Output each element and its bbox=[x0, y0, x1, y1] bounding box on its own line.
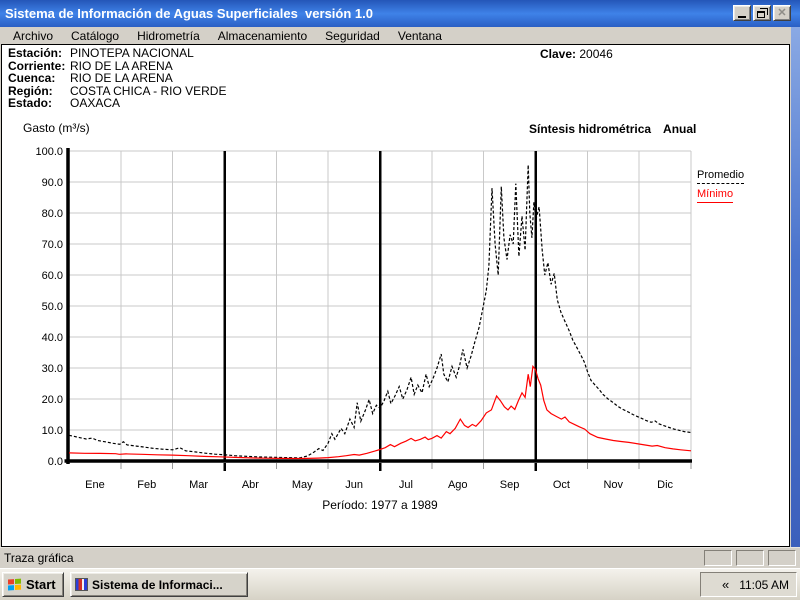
menu-item-ventana[interactable]: Ventana bbox=[389, 29, 451, 43]
chart-header-mode: Anual bbox=[663, 122, 696, 136]
chart-header: Síntesis hidrométrica Anual bbox=[529, 122, 696, 136]
menu-item-catalogo[interactable]: Catálogo bbox=[62, 29, 128, 43]
chart-header-title: Síntesis hidrométrica bbox=[529, 122, 651, 136]
status-panels bbox=[704, 550, 796, 566]
app-icon bbox=[75, 578, 88, 591]
svg-text:Ago: Ago bbox=[448, 479, 468, 491]
svg-text:20.0: 20.0 bbox=[42, 394, 63, 406]
svg-text:Dic: Dic bbox=[657, 479, 673, 491]
traza-grafica-window: Estación:PINOTEPA NACIONALCorriente:RIO … bbox=[1, 44, 790, 547]
window-title: Sistema de Información de Aguas Superfic… bbox=[0, 6, 373, 21]
svg-text:90.0: 90.0 bbox=[42, 177, 63, 189]
system-tray: « 11:05 AM bbox=[700, 572, 797, 597]
restore-icon bbox=[757, 11, 765, 18]
menu-item-almacenamiento[interactable]: Almacenamiento bbox=[209, 29, 316, 43]
start-button-label: Start bbox=[26, 577, 56, 592]
menu-item-archivo[interactable]: Archivo bbox=[4, 29, 62, 43]
svg-text:Abr: Abr bbox=[242, 479, 259, 491]
svg-text:50.0: 50.0 bbox=[42, 301, 63, 313]
svg-text:0.0: 0.0 bbox=[48, 456, 63, 468]
station-clave: Clave: 20046 bbox=[540, 47, 613, 61]
svg-text:Ene: Ene bbox=[85, 479, 105, 491]
svg-text:Oct: Oct bbox=[553, 479, 570, 491]
restore-button[interactable] bbox=[753, 5, 771, 21]
tray-clock[interactable]: 11:05 AM bbox=[739, 578, 789, 592]
status-panel bbox=[736, 550, 764, 566]
window-titlebar[interactable]: Sistema de Información de Aguas Superfic… bbox=[0, 0, 800, 27]
svg-text:100.0: 100.0 bbox=[35, 146, 63, 158]
legend-entry-minimo: Mínimo bbox=[697, 188, 744, 200]
task-button-label: Sistema de Informaci... bbox=[92, 578, 223, 592]
chart-area: 0.0 10.0 20.0 30.0 40.0 50.0 60.0 70.0 80.0 90.0 1… bbox=[1, 141, 761, 536]
svg-text:80.0: 80.0 bbox=[42, 208, 63, 220]
desktop: Sistema de Información de Aguas Superfic… bbox=[0, 0, 800, 600]
tray-collapse-icon[interactable]: « bbox=[722, 578, 729, 591]
status-text: Traza gráfica bbox=[4, 551, 74, 565]
station-field-value: OAXACA bbox=[70, 96, 120, 110]
svg-text:May: May bbox=[292, 479, 313, 491]
svg-text:Nov: Nov bbox=[603, 479, 623, 491]
station-field-label: Cuenca: bbox=[8, 72, 70, 85]
chart-y-axis-title: Gasto (m³/s) bbox=[23, 121, 90, 135]
taskbar: Start Sistema de Informaci... « 11:05 AM bbox=[0, 568, 800, 600]
svg-text:40.0: 40.0 bbox=[42, 332, 63, 344]
minimize-button[interactable] bbox=[733, 5, 751, 21]
svg-text:Feb: Feb bbox=[137, 479, 156, 491]
legend-entry-promedio: Promedio bbox=[697, 169, 744, 181]
clave-label: Clave: bbox=[540, 47, 576, 61]
hydrograph-chart: 0.0 10.0 20.0 30.0 40.0 50.0 60.0 70.0 80.0 90.0 1… bbox=[1, 141, 761, 536]
start-button[interactable]: Start bbox=[2, 572, 64, 597]
station-field-label: Estación: bbox=[8, 47, 70, 60]
desktop-background-strip bbox=[791, 27, 800, 547]
menu-bar: ArchivoCatálogoHidrometríaAlmacenamiento… bbox=[0, 27, 800, 44]
station-info-row: Estado:OAXACA bbox=[8, 97, 226, 110]
taskbar-task-sistema[interactable]: Sistema de Informaci... bbox=[70, 572, 248, 597]
close-button[interactable]: ✕ bbox=[773, 5, 791, 21]
status-panel bbox=[768, 550, 796, 566]
svg-text:Sep: Sep bbox=[500, 479, 520, 491]
windows-logo-icon bbox=[8, 578, 22, 591]
minimize-icon bbox=[738, 16, 746, 18]
menu-item-seguridad[interactable]: Seguridad bbox=[316, 29, 389, 43]
svg-text:70.0: 70.0 bbox=[42, 239, 63, 251]
station-field-label: Estado: bbox=[8, 97, 70, 110]
chart-legend: Promedio Mínimo bbox=[697, 169, 744, 207]
status-bar: Traza gráfica bbox=[0, 547, 800, 568]
clave-value: 20046 bbox=[579, 47, 612, 61]
station-info: Estación:PINOTEPA NACIONALCorriente:RIO … bbox=[8, 47, 226, 110]
window-controls: ✕ bbox=[731, 5, 791, 21]
svg-text:Jun: Jun bbox=[345, 479, 363, 491]
svg-text:Mar: Mar bbox=[189, 479, 208, 491]
menu-item-hidrometria[interactable]: Hidrometría bbox=[128, 29, 209, 43]
close-icon: ✕ bbox=[777, 8, 786, 19]
svg-text:60.0: 60.0 bbox=[42, 270, 63, 282]
svg-text:10.0: 10.0 bbox=[42, 425, 63, 437]
svg-text:Jul: Jul bbox=[399, 479, 413, 491]
svg-text:30.0: 30.0 bbox=[42, 363, 63, 375]
status-panel bbox=[704, 550, 732, 566]
svg-text:Período: 1977 a 1989: Período: 1977 a 1989 bbox=[322, 498, 438, 512]
